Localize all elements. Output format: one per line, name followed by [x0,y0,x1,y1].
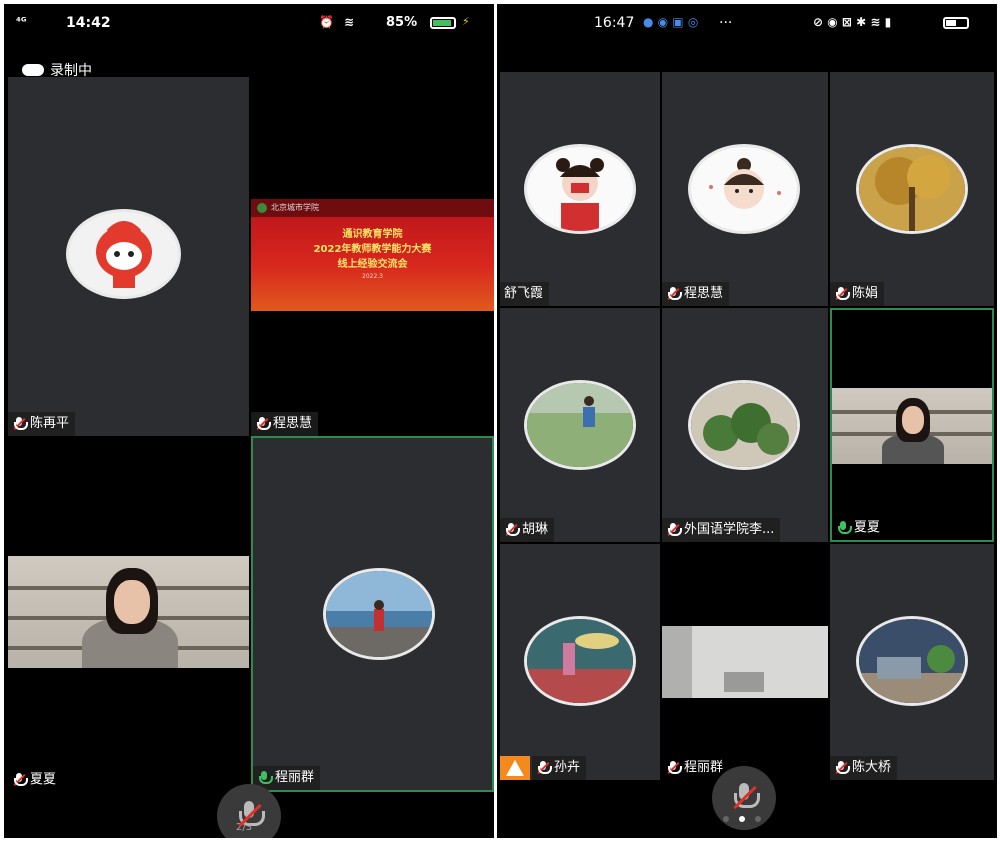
avatar [688,380,800,470]
avatar [66,209,181,299]
participant-tile-active-speaker[interactable]: 夏夏 [830,308,994,542]
participant-name-tag: 程思慧 [251,412,319,436]
notification-icons: ● ◉ ▣ ◎ [643,15,699,29]
left-phone-screen: ⁴ᴳ 14:42 ⏰ ≋ 85% ⚡ 录制中 陈再平 北京城市学院 通识教育学院… [4,4,494,838]
camera-video [662,626,828,698]
participant-tile[interactable]: 夏夏 [8,438,249,792]
shared-screen-slide: 北京城市学院 通识教育学院 2022年教师教学能力大赛 线上经验交流会 2022… [251,199,494,311]
participant-tile[interactable]: 陈大桥 [830,544,994,780]
participant-name-tag: 夏夏 [8,768,62,792]
mic-muted-icon [834,286,850,302]
mascot-avatar-icon [96,221,152,288]
avatar [524,144,636,234]
participant-tile[interactable]: 程思慧 [662,72,828,306]
plants-avatar-icon [691,383,797,467]
participant-name-tag: 外国语学院李... [662,518,781,542]
participant-tile[interactable]: 陈再平 [8,77,249,436]
mic-muted-icon [666,760,682,776]
mic-muted-icon [255,416,271,432]
participant-tile[interactable]: 孙卉 [500,544,660,780]
living-room-avatar-icon [859,619,965,703]
avatar [856,144,968,234]
avatar [524,616,636,706]
avatar [524,380,636,470]
participant-tile-active-speaker[interactable]: 程丽群 [251,436,494,792]
seaside-photo-avatar-icon [326,571,432,657]
camera-video [832,388,992,464]
school-logo-icon [257,203,267,213]
mic-muted-icon [536,760,552,776]
participant-tile[interactable]: 陈娟 [830,72,994,306]
avatar [323,568,435,660]
participant-tile[interactable]: 程丽群 [662,544,828,780]
slide-org-name: 北京城市学院 [271,203,319,212]
system-status-icons: ⊘ ◉ ⊠ ✱ ≋ ▮ [813,15,892,29]
cloud-icon [22,64,44,76]
participant-name-tag: 程思慧 [662,282,730,306]
mic-muted-icon [666,522,682,538]
mic-muted-icon [834,760,850,776]
right-phone-screen: 16:47 ● ◉ ▣ ◎ ··· ⊘ ◉ ⊠ ✱ ≋ ▮ 舒飞霞 程思慧 陈娟… [497,4,997,838]
page-dots[interactable] [723,816,761,822]
participant-name-tag: 陈再平 [8,412,76,436]
participant-name-tag: 陈大桥 [830,756,898,780]
avatar [856,616,968,706]
slide-date: 2022.3 [362,273,383,280]
participant-name-tag: 陈娟 [830,282,885,306]
battery-percent: 85% [386,15,418,30]
mic-muted-icon [666,286,682,302]
camera-video [8,556,249,668]
wifi-icon: ≋ [344,15,355,29]
participant-name-tag: 舒飞霞 [500,282,550,306]
mic-muted-icon [731,783,760,813]
battery-icon [430,17,456,29]
mic-muted-icon [504,522,520,538]
autumn-tree-avatar-icon [859,147,965,231]
mic-muted-icon [12,772,28,788]
cartoon-child-avatar-icon [709,158,781,209]
participant-tile[interactable]: 舒飞霞 [500,72,660,306]
battery-icon [943,17,969,29]
clock: 16:47 [594,15,635,31]
page-dot-active[interactable] [739,816,745,822]
painting-avatar-icon [527,619,633,703]
mic-active-icon [836,520,852,536]
cartoon-girl-avatar-icon [556,158,604,231]
more-notifications: ··· [719,15,733,31]
signal-indicator: ⁴ᴳ [16,15,27,28]
status-bar: ⁴ᴳ 14:42 ⏰ ≋ 85% ⚡ [4,4,494,44]
clock: 14:42 [66,15,111,31]
page-dot[interactable] [755,816,761,822]
participant-tile[interactable]: 北京城市学院 通识教育学院 2022年教师教学能力大赛 线上经验交流会 2022… [251,77,494,436]
mic-active-icon [257,770,273,786]
participant-name-tag: 胡琳 [500,518,555,542]
participant-name-tag: 孙卉 [532,756,587,780]
avatar [688,144,800,234]
slide-line: 线上经验交流会 [337,259,408,270]
participant-tile[interactable]: 外国语学院李... [662,308,828,542]
status-bar: 16:47 ● ◉ ▣ ◎ ··· ⊘ ◉ ⊠ ✱ ≋ ▮ [497,4,997,44]
slide-line: 2022年教师教学能力大赛 [313,244,432,255]
charging-icon: ⚡ [462,15,470,28]
slide-line: 通识教育学院 [342,229,403,240]
host-badge-icon [500,756,530,780]
mic-muted-icon [12,416,28,432]
field-girl-avatar-icon [527,383,633,467]
page-dot[interactable] [723,816,729,822]
participant-name-tag: 夏夏 [832,516,886,540]
participant-tile[interactable]: 胡琳 [500,308,660,542]
alarm-icon: ⏰ [319,15,334,29]
